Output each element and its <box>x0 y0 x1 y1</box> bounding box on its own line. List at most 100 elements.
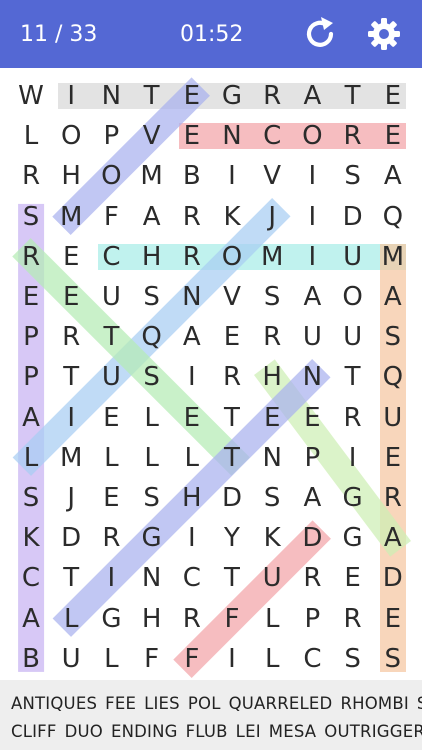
grid-letter[interactable]: I <box>333 438 373 478</box>
grid-letter[interactable]: R <box>333 116 373 156</box>
grid-letter[interactable]: V <box>252 156 292 196</box>
grid-letter[interactable]: S <box>333 639 373 679</box>
grid-letter[interactable]: L <box>252 639 292 679</box>
grid-letter[interactable]: T <box>333 76 373 116</box>
grid-letter[interactable]: N <box>172 277 212 317</box>
grid-letter[interactable]: I <box>212 156 252 196</box>
grid-letter[interactable]: R <box>292 558 332 598</box>
grid-letter[interactable]: F <box>212 599 252 639</box>
grid-letter[interactable]: Y <box>212 518 252 558</box>
grid-letter[interactable]: S <box>132 277 172 317</box>
grid-letter[interactable]: E <box>51 237 91 277</box>
grid-letter[interactable]: A <box>11 599 51 639</box>
grid-letter[interactable]: Q <box>132 317 172 357</box>
grid-letter[interactable]: L <box>11 438 51 478</box>
grid-letter[interactable]: E <box>11 277 51 317</box>
grid-letter[interactable]: U <box>292 317 332 357</box>
grid-letter[interactable]: J <box>252 197 292 237</box>
grid-letter[interactable]: E <box>373 438 413 478</box>
grid-letter[interactable]: S <box>333 156 373 196</box>
grid-letter[interactable]: U <box>333 317 373 357</box>
grid-letter[interactable]: T <box>212 558 252 598</box>
grid-letter[interactable]: C <box>252 116 292 156</box>
grid-letter[interactable]: E <box>51 277 91 317</box>
grid-letter[interactable]: S <box>252 277 292 317</box>
grid-letter[interactable]: U <box>373 398 413 438</box>
grid-letter[interactable]: C <box>91 237 131 277</box>
grid-letter[interactable]: E <box>373 76 413 116</box>
grid-letter[interactable]: I <box>292 156 332 196</box>
grid-letter[interactable]: A <box>373 277 413 317</box>
grid-letter[interactable]: R <box>252 76 292 116</box>
grid-letter[interactable]: R <box>333 398 373 438</box>
gear-icon[interactable] <box>364 14 404 54</box>
grid-letter[interactable]: R <box>172 599 212 639</box>
grid-letter[interactable]: L <box>132 398 172 438</box>
grid-letter[interactable]: L <box>132 438 172 478</box>
grid-letter[interactable]: R <box>11 237 51 277</box>
grid-letter[interactable]: I <box>172 518 212 558</box>
grid-letter[interactable]: N <box>252 438 292 478</box>
grid-letter[interactable]: I <box>91 558 131 598</box>
grid-letter[interactable]: S <box>132 357 172 397</box>
grid-letter[interactable]: H <box>132 237 172 277</box>
grid-letter[interactable]: R <box>373 478 413 518</box>
grid-letter[interactable]: R <box>11 156 51 196</box>
grid-letter[interactable]: A <box>292 76 332 116</box>
grid-letter[interactable]: N <box>212 116 252 156</box>
grid-letter[interactable]: G <box>333 518 373 558</box>
grid-letter[interactable]: B <box>11 639 51 679</box>
grid-letter[interactable]: N <box>91 76 131 116</box>
grid-letter[interactable]: P <box>292 599 332 639</box>
grid-letter[interactable]: W <box>11 76 51 116</box>
grid-letter[interactable]: R <box>212 357 252 397</box>
grid-letter[interactable]: E <box>91 398 131 438</box>
grid-letter[interactable]: M <box>132 156 172 196</box>
grid-letter[interactable]: T <box>91 317 131 357</box>
grid-letter[interactable]: J <box>51 478 91 518</box>
grid-letter[interactable]: E <box>333 558 373 598</box>
grid-letter[interactable]: N <box>292 357 332 397</box>
grid-letter[interactable]: T <box>212 438 252 478</box>
grid-letter[interactable]: T <box>333 357 373 397</box>
grid-letter[interactable]: C <box>292 639 332 679</box>
grid-letter[interactable]: M <box>373 237 413 277</box>
grid-letter[interactable]: S <box>11 478 51 518</box>
grid-letter[interactable]: U <box>91 277 131 317</box>
grid-letter[interactable]: D <box>292 518 332 558</box>
grid-letter[interactable]: T <box>51 558 91 598</box>
grid-letter[interactable]: G <box>91 599 131 639</box>
grid-letter[interactable]: A <box>11 398 51 438</box>
grid-letter[interactable]: I <box>51 76 91 116</box>
grid-letter[interactable]: C <box>11 558 51 598</box>
grid-letter[interactable]: S <box>373 317 413 357</box>
grid-letter[interactable]: H <box>172 478 212 518</box>
grid-letter[interactable]: E <box>172 398 212 438</box>
grid-letter[interactable]: O <box>212 237 252 277</box>
grid-letter[interactable]: A <box>373 518 413 558</box>
grid-letter[interactable]: O <box>51 116 91 156</box>
grid-letter[interactable]: F <box>91 197 131 237</box>
grid-letter[interactable]: I <box>172 357 212 397</box>
grid-letter[interactable]: I <box>212 639 252 679</box>
grid-letter[interactable]: R <box>333 599 373 639</box>
grid-letter[interactable]: F <box>172 639 212 679</box>
grid-letter[interactable]: D <box>212 478 252 518</box>
grid-letter[interactable]: S <box>252 478 292 518</box>
grid-letter[interactable]: O <box>333 277 373 317</box>
grid-letter[interactable]: I <box>292 197 332 237</box>
grid-letter[interactable]: G <box>333 478 373 518</box>
grid-letter[interactable]: K <box>11 518 51 558</box>
grid-letter[interactable]: D <box>333 197 373 237</box>
grid-letter[interactable]: S <box>373 639 413 679</box>
grid-letter[interactable]: E <box>172 116 212 156</box>
grid-letter[interactable]: L <box>172 438 212 478</box>
grid-letter[interactable]: T <box>212 398 252 438</box>
grid-letter[interactable]: A <box>373 156 413 196</box>
grid-letter[interactable]: L <box>11 116 51 156</box>
grid-letter[interactable]: Q <box>373 197 413 237</box>
grid-letter[interactable]: S <box>11 197 51 237</box>
grid-letter[interactable]: E <box>91 478 131 518</box>
grid-letter[interactable]: C <box>172 558 212 598</box>
grid-letter[interactable]: M <box>51 197 91 237</box>
